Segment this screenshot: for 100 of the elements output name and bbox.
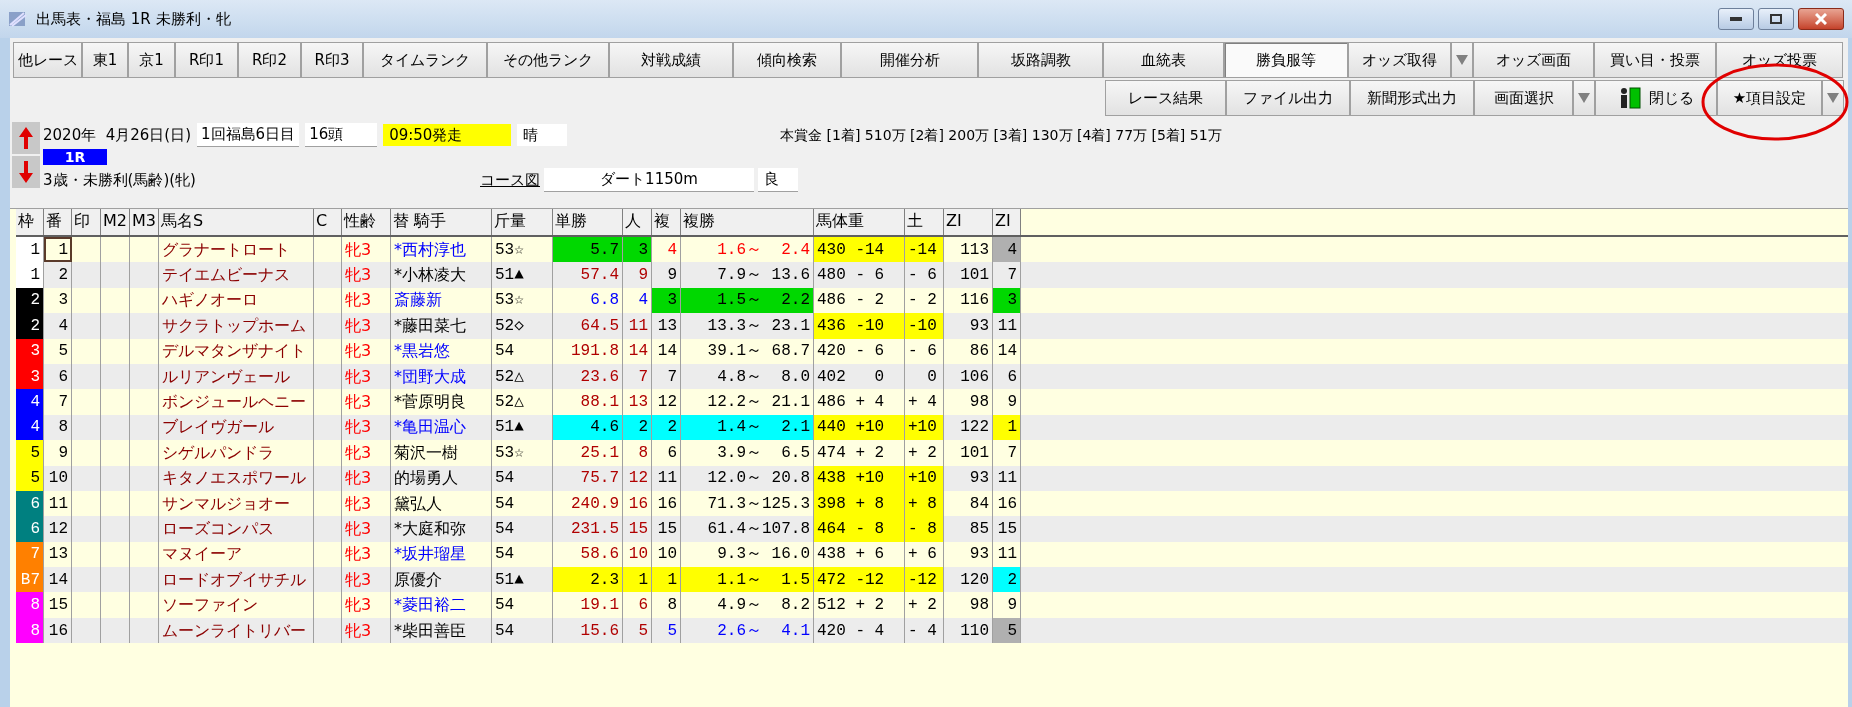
carried-weight: 52◇ bbox=[492, 313, 553, 339]
zi-rank: 9 bbox=[993, 592, 1021, 618]
close-icon bbox=[1815, 13, 1827, 25]
column-header: ZI bbox=[944, 209, 993, 235]
maximize-button[interactable] bbox=[1758, 8, 1794, 30]
sex-age: 牝3 bbox=[342, 617, 391, 644]
body-weight: 512 + 2 bbox=[814, 592, 905, 618]
toolbar-button[interactable]: R印2 bbox=[238, 42, 301, 78]
previous-race-button[interactable] bbox=[12, 122, 40, 154]
column-header: 単勝 bbox=[553, 209, 623, 235]
zi-index: 93 bbox=[944, 313, 993, 339]
body-weight: 440 +10 bbox=[814, 414, 905, 441]
column-header: 土 bbox=[905, 209, 944, 235]
sex-age: 牝3 bbox=[342, 465, 391, 491]
zi-rank: 3 bbox=[993, 287, 1021, 314]
toolbar-button[interactable]: 画面選択 bbox=[1474, 80, 1573, 116]
toolbar-button[interactable]: R印1 bbox=[175, 42, 238, 78]
popularity-rank: 6 bbox=[623, 592, 652, 618]
body-weight: 420 - 6 bbox=[814, 338, 905, 364]
dropdown-button[interactable] bbox=[1822, 80, 1844, 116]
toolbar-button[interactable]: 勝負服等 bbox=[1224, 42, 1348, 78]
column-header: 馬体重 bbox=[814, 209, 905, 235]
place-odds: 2.6～ 4.1 bbox=[681, 617, 814, 644]
toolbar-button[interactable]: ★項目設定 bbox=[1717, 80, 1822, 116]
frame-number: 3 bbox=[16, 363, 44, 390]
toolbar-button[interactable]: レース結果 bbox=[1105, 80, 1226, 116]
down-arrow-icon bbox=[19, 161, 33, 183]
horse-name: デルマタンザナイト bbox=[159, 338, 314, 364]
place-rank: 11 bbox=[652, 465, 681, 491]
weight-change: + 2 bbox=[905, 592, 944, 618]
weight-change: -14 bbox=[905, 237, 944, 263]
toolbar-button[interactable]: 他レース bbox=[13, 42, 82, 78]
close-window-button[interactable] bbox=[1798, 8, 1844, 30]
win-odds: 57.4 bbox=[553, 262, 623, 288]
toolbar-button[interactable]: オッズ画面 bbox=[1473, 42, 1594, 78]
toolbar-button[interactable]: 京1 bbox=[128, 42, 175, 78]
place-rank: 8 bbox=[652, 592, 681, 618]
horse-number: 4 bbox=[44, 313, 72, 339]
frame-number: 2 bbox=[16, 287, 44, 314]
zi-rank: 4 bbox=[993, 237, 1021, 263]
weight-change: - 6 bbox=[905, 262, 944, 288]
column-header: 馬名S bbox=[159, 209, 314, 235]
sex-age: 牝3 bbox=[342, 516, 391, 542]
weight-change: -12 bbox=[905, 567, 944, 593]
body-weight: 438 +10 bbox=[814, 465, 905, 491]
horse-name: ムーンライトリバー bbox=[159, 617, 314, 644]
toolbar-button[interactable]: その他ランク bbox=[487, 42, 609, 78]
weather-field: 晴 bbox=[517, 123, 568, 147]
horse-name: ボンジュールヘニー bbox=[159, 389, 314, 415]
popularity-rank: 2 bbox=[623, 414, 652, 441]
body-weight: 430 -14 bbox=[814, 237, 905, 263]
toolbar-button[interactable]: 対戦成績 bbox=[609, 42, 733, 78]
next-race-button[interactable] bbox=[12, 156, 40, 188]
frame-number: 1 bbox=[16, 262, 44, 288]
place-odds: 4.9～ 8.2 bbox=[681, 592, 814, 618]
horse-number: 12 bbox=[44, 516, 72, 542]
toolbar-button[interactable]: R印3 bbox=[301, 42, 363, 78]
popularity-rank: 15 bbox=[623, 516, 652, 542]
toolbar-button[interactable]: オッズ取得 bbox=[1348, 42, 1451, 78]
popularity-rank: 5 bbox=[623, 617, 652, 644]
carried-weight: 54 bbox=[492, 592, 553, 618]
horse-number: 7 bbox=[44, 389, 72, 415]
toolbar-button[interactable]: 買い目・投票 bbox=[1594, 42, 1716, 78]
toolbar-button[interactable]: 坂路調教 bbox=[978, 42, 1103, 78]
close-button[interactable]: 閉じる bbox=[1595, 80, 1717, 116]
zi-index: 85 bbox=[944, 516, 993, 542]
dropdown-button[interactable] bbox=[1573, 80, 1595, 116]
dropdown-button[interactable] bbox=[1451, 42, 1473, 78]
toolbar-button[interactable]: 開催分析 bbox=[841, 42, 978, 78]
popularity-rank: 12 bbox=[623, 465, 652, 491]
zi-rank: 5 bbox=[993, 617, 1021, 644]
jockey-name: *菅原明良 bbox=[391, 389, 492, 415]
toolbar-button[interactable]: 血統表 bbox=[1103, 42, 1224, 78]
course-map-link[interactable]: コース図 bbox=[480, 168, 540, 192]
toolbar-button[interactable]: 新聞形式出力 bbox=[1350, 80, 1474, 116]
place-rank: 14 bbox=[652, 338, 681, 364]
minimize-button[interactable] bbox=[1718, 8, 1754, 30]
carried-weight: 52△ bbox=[492, 389, 553, 415]
jockey-name: *菱田裕二 bbox=[391, 592, 492, 618]
win-odds: 2.3 bbox=[553, 567, 623, 593]
weight-change: +10 bbox=[905, 414, 944, 441]
win-odds: 75.7 bbox=[553, 465, 623, 491]
up-arrow-icon bbox=[19, 127, 33, 149]
zi-index: 98 bbox=[944, 592, 993, 618]
body-weight: 474 + 2 bbox=[814, 440, 905, 466]
popularity-rank: 1 bbox=[623, 567, 652, 593]
column-header: 番 bbox=[44, 209, 72, 235]
win-odds: 25.1 bbox=[553, 440, 623, 466]
meeting-field: 1回福島6日目 bbox=[197, 123, 300, 147]
zi-rank: 9 bbox=[993, 389, 1021, 415]
body-weight: 436 -10 bbox=[814, 313, 905, 339]
toolbar-button[interactable]: 傾向検索 bbox=[733, 42, 841, 78]
weight-change: -10 bbox=[905, 313, 944, 339]
toolbar-button[interactable]: ファイル出力 bbox=[1226, 80, 1350, 116]
carried-weight: 54 bbox=[492, 516, 553, 542]
toolbar-button[interactable]: タイムランク bbox=[363, 42, 487, 78]
jockey-name: 的場勇人 bbox=[391, 465, 492, 491]
toolbar-button[interactable]: 東1 bbox=[82, 42, 128, 78]
zi-index: 86 bbox=[944, 338, 993, 364]
place-rank: 1 bbox=[652, 567, 681, 593]
